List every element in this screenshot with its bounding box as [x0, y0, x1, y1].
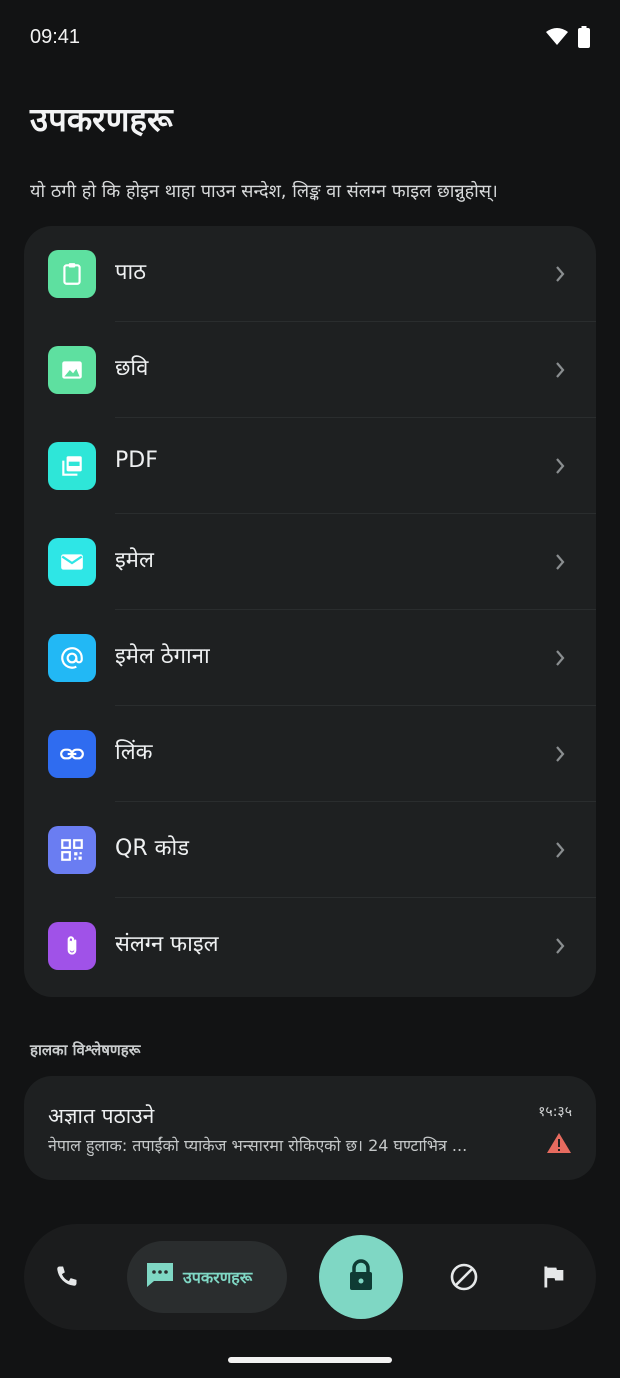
lock-icon — [346, 1258, 376, 1296]
pdf-icon — [48, 442, 96, 490]
tool-row-image[interactable]: छवि — [24, 322, 596, 418]
recent-analysis-item[interactable]: अज्ञात पठाउने १५:३५ नेपाल हुलाक: तपाईंको… — [24, 1076, 596, 1180]
tool-row-qr-code[interactable]: QR कोड — [24, 802, 596, 898]
screen: 09:41 उपकरणहरू यो ठगी हो कि होइन थाहा पा… — [0, 0, 620, 1378]
status-icons — [546, 26, 590, 52]
warning-icon — [546, 1132, 572, 1158]
link-icon — [48, 730, 96, 778]
recent-snippet: नेपाल हुलाक: तपाईंको प्याकेज भन्सारमा रो… — [48, 1136, 468, 1155]
image-icon — [48, 346, 96, 394]
block-icon[interactable] — [446, 1259, 482, 1295]
recent-section-label: हालका विश्लेषणहरू — [30, 1041, 141, 1059]
nav-tools-label: उपकरणहरू — [183, 1268, 253, 1287]
page-title: उपकरणहरू — [30, 100, 173, 139]
tool-row-attachment[interactable]: संलग्न फाइल — [24, 898, 596, 994]
tool-label: लिंक — [115, 740, 153, 765]
status-time: 09:41 — [30, 26, 81, 48]
tool-row-link[interactable]: लिंक — [24, 706, 596, 802]
tool-label: इमेल — [115, 548, 154, 573]
chevron-right-icon — [554, 744, 566, 768]
bottom-nav: उपकरणहरू — [24, 1224, 596, 1330]
at-sign-icon — [48, 634, 96, 682]
tool-row-email[interactable]: इमेल — [24, 514, 596, 610]
chevron-right-icon — [554, 648, 566, 672]
paperclip-icon — [48, 922, 96, 970]
qr-code-icon — [48, 826, 96, 874]
chevron-right-icon — [554, 936, 566, 960]
tool-row-email-address[interactable]: इमेल ठेगाना — [24, 610, 596, 706]
tool-label: संलग्न फाइल — [115, 932, 219, 957]
recent-time: १५:३५ — [538, 1104, 572, 1120]
nav-tools-button[interactable]: उपकरणहरू — [127, 1241, 287, 1313]
lock-button[interactable] — [319, 1235, 403, 1319]
tool-label: PDF — [115, 448, 158, 473]
chevron-right-icon — [554, 840, 566, 864]
tool-label: QR कोड — [115, 836, 189, 861]
phone-icon[interactable] — [48, 1259, 84, 1295]
page-subtitle: यो ठगी हो कि होइन थाहा पाउन सन्देश, लिङ्… — [30, 181, 498, 202]
home-indicator[interactable] — [228, 1357, 392, 1363]
tool-row-text[interactable]: पाठ — [24, 226, 596, 322]
tools-list: पाठ छवि PDF इमेल इमेल ठेगाना लिंक QR कोड… — [24, 226, 596, 997]
wifi-icon — [546, 28, 568, 50]
tool-label: इमेल ठेगाना — [115, 644, 210, 669]
tool-row-pdf[interactable]: PDF — [24, 418, 596, 514]
tool-label: छवि — [115, 356, 149, 381]
chevron-right-icon — [554, 264, 566, 288]
chevron-right-icon — [554, 360, 566, 384]
clipboard-icon — [48, 250, 96, 298]
chevron-right-icon — [554, 552, 566, 576]
recent-sender: अज्ञात पठाउने — [48, 1104, 155, 1128]
flag-icon[interactable] — [536, 1259, 572, 1295]
chevron-right-icon — [554, 456, 566, 480]
status-bar: 09:41 — [0, 0, 620, 76]
battery-icon — [578, 26, 590, 52]
message-icon — [145, 1261, 175, 1293]
mail-icon — [48, 538, 96, 586]
tool-label: पाठ — [115, 260, 146, 285]
